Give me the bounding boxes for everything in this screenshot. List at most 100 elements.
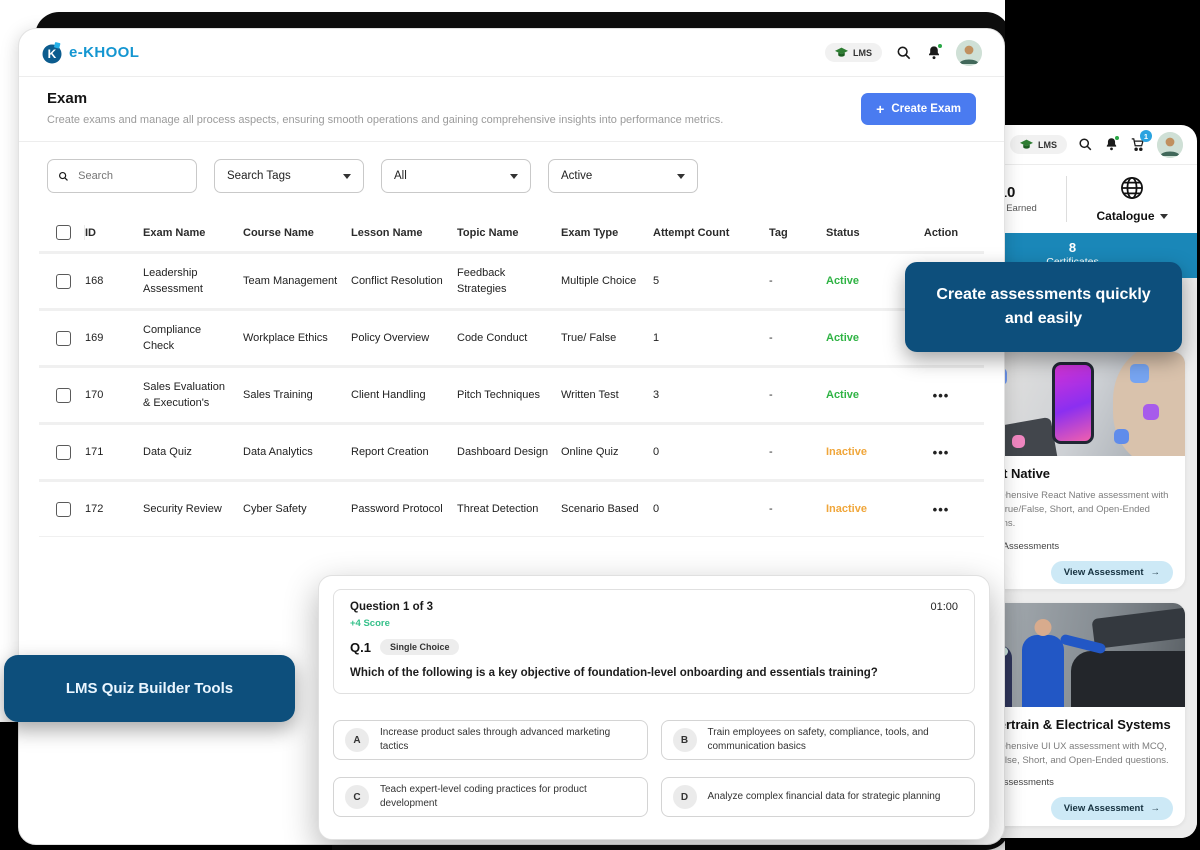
stage: LMS 1 10 Points Earned xyxy=(0,0,1200,850)
cell-topic-name: Threat Detection xyxy=(457,501,561,518)
col-header-tag: Tag xyxy=(769,227,826,239)
avatar[interactable] xyxy=(1157,132,1183,158)
cell-id: 170 xyxy=(85,387,143,404)
cell-attempt-count: 0 xyxy=(653,501,769,518)
chevron-down-icon xyxy=(510,174,518,179)
cell-lesson-name: Policy Overview xyxy=(351,330,457,347)
tags-filter-value: Search Tags xyxy=(227,170,291,182)
quiz-panel: Question 1 of 3 01:00 +4 Score Q.1 Singl… xyxy=(318,575,990,840)
page-header: Exam Create exams and manage all process… xyxy=(19,77,1004,142)
tags-filter-select[interactable]: Search Tags xyxy=(214,159,364,193)
row-checkbox[interactable] xyxy=(56,331,71,346)
search-icon[interactable] xyxy=(896,45,912,61)
select-all-cell xyxy=(39,225,85,240)
catalogue-menu[interactable]: Catalogue xyxy=(1067,175,1197,223)
col-header-course-name: Course Name xyxy=(243,227,351,239)
table-row: 170 Sales Evaluation & Execution's Sales… xyxy=(39,368,984,422)
lms-badge[interactable]: LMS xyxy=(825,43,882,62)
chevron-down-icon xyxy=(343,174,351,179)
question-number: Q.1 xyxy=(350,640,371,655)
cell-id: 171 xyxy=(85,444,143,461)
answer-option[interactable]: B Train employees on safety, compliance,… xyxy=(661,720,976,760)
row-checkbox[interactable] xyxy=(56,445,71,460)
graduation-cap-icon xyxy=(835,47,848,58)
col-header-attempt-count: Attempt Count xyxy=(653,227,769,239)
scope-filter-value: All xyxy=(394,170,407,182)
cell-topic-name: Code Conduct xyxy=(457,330,561,347)
cell-lesson-name: Client Handling xyxy=(351,387,457,404)
bell-icon[interactable] xyxy=(1104,137,1119,152)
cell-course-name: Cyber Safety xyxy=(243,501,351,518)
cell-id: 172 xyxy=(85,501,143,518)
col-header-status: Status xyxy=(826,227,898,239)
table-row: 172 Security Review Cyber Safety Passwor… xyxy=(39,482,984,536)
view-assessment-button[interactable]: View Assessment → xyxy=(1051,797,1173,820)
avatar[interactable] xyxy=(956,40,982,66)
status-filter-value: Active xyxy=(561,170,592,182)
search-input[interactable] xyxy=(76,169,186,183)
filter-bar: Search Tags All Active xyxy=(19,142,1004,208)
cell-exam-type: Online Quiz xyxy=(561,444,653,461)
row-checkbox-cell xyxy=(39,262,85,300)
lms-badge[interactable]: LMS xyxy=(1010,135,1067,154)
cell-exam-type: Multiple Choice xyxy=(561,273,653,290)
app-header: K e-KHOOL LMS xyxy=(19,29,1004,77)
cell-tag: - xyxy=(769,330,826,347)
answer-option[interactable]: C Teach expert-level coding practices fo… xyxy=(333,777,648,817)
status-badge: Inactive xyxy=(826,444,898,461)
cell-exam-name: Leadership Assessment xyxy=(143,265,243,298)
view-assessment-label: View Assessment xyxy=(1064,803,1144,814)
option-text: Increase product sales through advanced … xyxy=(380,726,636,754)
col-header-lesson-name: Lesson Name xyxy=(351,227,457,239)
table-row: 168 Leadership Assessment Team Managemen… xyxy=(39,254,984,308)
col-header-id: ID xyxy=(85,227,143,239)
row-checkbox-cell xyxy=(39,319,85,357)
row-actions-button[interactable]: ••• xyxy=(898,445,984,460)
cell-exam-name: Compliance Check xyxy=(143,322,243,355)
status-badge: Active xyxy=(826,387,898,404)
col-header-exam-type: Exam Type xyxy=(561,227,653,239)
cell-attempt-count: 1 xyxy=(653,330,769,347)
row-checkbox-cell xyxy=(39,490,85,528)
question-text: Which of the following is a key objectiv… xyxy=(350,667,958,679)
col-header-topic-name: Topic Name xyxy=(457,227,561,239)
cell-course-name: Sales Training xyxy=(243,387,351,404)
question-score: +4 Score xyxy=(350,618,958,629)
option-letter: D xyxy=(673,785,697,809)
cart-icon[interactable]: 1 xyxy=(1130,137,1146,152)
status-filter-select[interactable]: Active xyxy=(548,159,698,193)
notification-dot xyxy=(1114,135,1120,141)
brand-logo[interactable]: K e-KHOOL xyxy=(41,42,139,64)
callout-quiz-builder: LMS Quiz Builder Tools xyxy=(4,655,295,722)
option-letter: C xyxy=(345,785,369,809)
cell-topic-name: Pitch Techniques xyxy=(457,387,561,404)
view-assessment-label: View Assessment xyxy=(1064,567,1144,578)
cell-tag: - xyxy=(769,387,826,404)
search-field xyxy=(47,159,197,193)
lms-badge-label: LMS xyxy=(1038,140,1057,150)
answer-option[interactable]: A Increase product sales through advance… xyxy=(333,720,648,760)
plus-icon: + xyxy=(876,102,884,116)
cell-tag: - xyxy=(769,273,826,290)
option-text: Analyze complex financial data for strat… xyxy=(708,790,941,804)
row-checkbox[interactable] xyxy=(56,502,71,517)
cell-topic-name: Feedback Strategies xyxy=(457,265,561,298)
row-checkbox[interactable] xyxy=(56,274,71,289)
search-icon[interactable] xyxy=(1078,137,1093,152)
row-actions-button[interactable]: ••• xyxy=(898,388,984,403)
page-subtitle: Create exams and manage all process aspe… xyxy=(47,114,723,126)
cell-course-name: Data Analytics xyxy=(243,444,351,461)
row-actions-button[interactable]: ••• xyxy=(898,502,984,517)
select-all-checkbox[interactable] xyxy=(56,225,71,240)
create-exam-button[interactable]: + Create Exam xyxy=(861,93,976,125)
arrow-right-icon: → xyxy=(1151,567,1161,578)
table-row: 169 Compliance Check Workplace Ethics Po… xyxy=(39,311,984,365)
view-assessment-button[interactable]: View Assessment → xyxy=(1051,561,1173,584)
bell-icon[interactable] xyxy=(926,45,942,61)
answer-option[interactable]: D Analyze complex financial data for str… xyxy=(661,777,976,817)
cell-lesson-name: Conflict Resolution xyxy=(351,273,457,290)
scope-filter-select[interactable]: All xyxy=(381,159,531,193)
question-box: Question 1 of 3 01:00 +4 Score Q.1 Singl… xyxy=(333,589,975,694)
cell-lesson-name: Password Protocol xyxy=(351,501,457,518)
row-checkbox[interactable] xyxy=(56,388,71,403)
